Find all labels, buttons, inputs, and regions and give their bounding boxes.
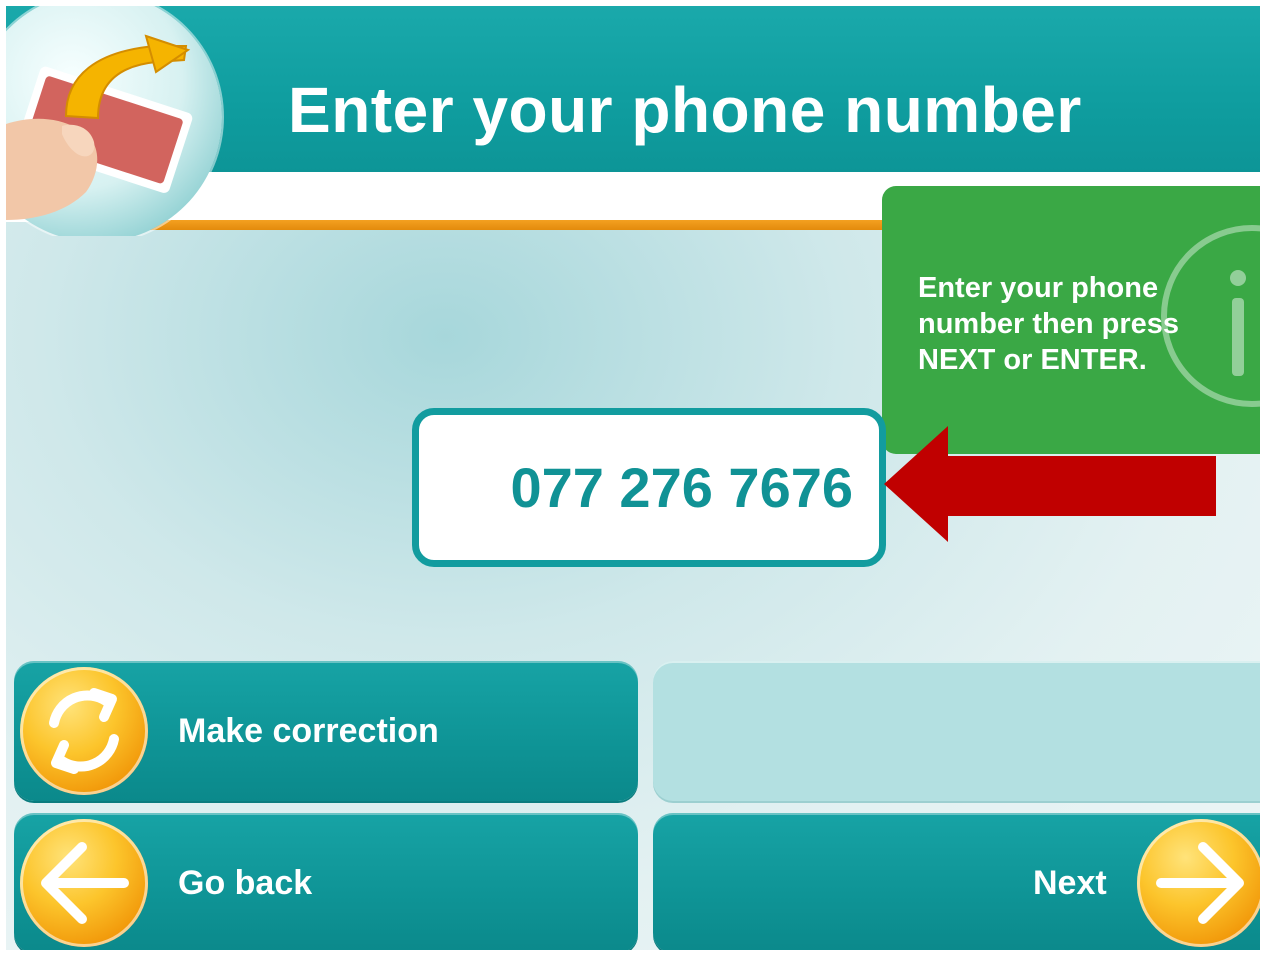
card-top-up-icon xyxy=(6,34,193,220)
pointer-arrow-icon xyxy=(884,426,1216,542)
arrow-left-icon xyxy=(41,842,129,924)
arrow-right-icon xyxy=(1156,842,1244,924)
go-back-label: Go back xyxy=(178,864,313,902)
header-orange-line xyxy=(126,220,926,230)
next-button[interactable]: Next xyxy=(653,813,1260,950)
logo xyxy=(6,6,226,236)
atm-screen: Enter your phone number Enter your phone… xyxy=(6,6,1260,950)
back-icon-orb xyxy=(20,819,148,947)
correction-icon xyxy=(49,688,119,774)
go-back-button[interactable]: Go back xyxy=(14,813,638,950)
next-label: Next xyxy=(1033,864,1107,902)
make-correction-button[interactable]: Make correction xyxy=(14,661,638,801)
phone-number-value: 077 276 7676 xyxy=(510,456,853,519)
empty-option-slot xyxy=(653,661,1260,801)
phone-number-field[interactable]: 077 276 7676 xyxy=(412,408,886,567)
correction-icon-orb xyxy=(20,667,148,795)
page-title: Enter your phone number xyxy=(288,74,1082,146)
info-panel: Enter your phone number then press NEXT … xyxy=(882,186,1260,454)
make-correction-label: Make correction xyxy=(178,712,439,750)
info-message: Enter your phone number then press NEXT … xyxy=(918,272,1180,376)
next-icon-orb xyxy=(1137,819,1260,947)
